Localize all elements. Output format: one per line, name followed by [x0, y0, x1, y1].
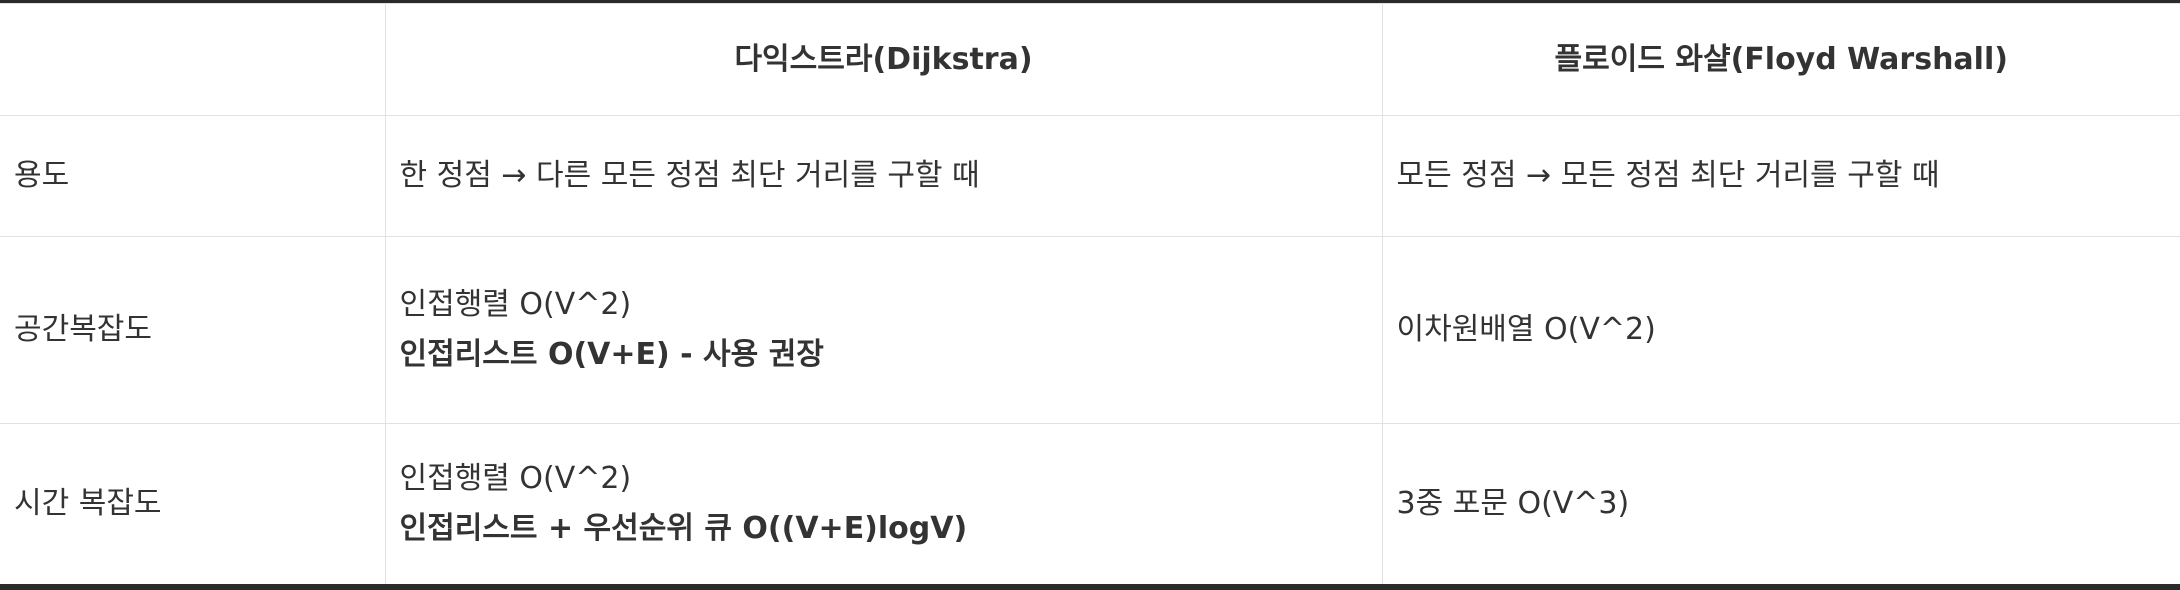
table-row-space-complexity: 공간복잡도 인접행렬 O(V^2) 인접리스트 O(V+E) - 사용 권장 이… [0, 236, 2180, 424]
row-label: 시간 복잡도 [0, 423, 385, 585]
table-row-usage: 용도 한 정점 → 다른 모든 정점 최단 거리를 구할 때 모든 정점 → 모… [0, 115, 2180, 237]
cell-line-emphasis: 인접리스트 + 우선순위 큐 O((V+E)logV) [399, 511, 968, 546]
cell-line: 3중 포문 O(V^3) [1396, 486, 1630, 521]
floyd-cell: 이차원배열 O(V^2) [1381, 236, 2180, 424]
cell-line: 이차원배열 O(V^2) [1396, 312, 1656, 347]
header-empty [0, 3, 385, 116]
floyd-cell: 모든 정점 → 모든 정점 최단 거리를 구할 때 [1381, 115, 2180, 237]
table-header-row: 다익스트라(Dijkstra) 플로이드 와샬(Floyd Warshall) [0, 3, 2180, 116]
cell-line: 인접행렬 O(V^2) [399, 287, 632, 322]
table-row-time-complexity: 시간 복잡도 인접행렬 O(V^2) 인접리스트 + 우선순위 큐 O((V+E… [0, 423, 2180, 585]
row-label: 용도 [0, 115, 385, 237]
row-label: 공간복잡도 [0, 236, 385, 424]
cell-line-emphasis: 인접리스트 O(V+E) - 사용 권장 [399, 337, 824, 372]
cell-line: 모든 정점 → 모든 정점 최단 거리를 구할 때 [1396, 158, 1940, 193]
cell-line: 한 정점 → 다른 모든 정점 최단 거리를 구할 때 [399, 158, 980, 193]
dijkstra-cell: 한 정점 → 다른 모든 정점 최단 거리를 구할 때 [384, 115, 1382, 237]
header-dijkstra: 다익스트라(Dijkstra) [384, 3, 1382, 116]
screenshot-frame: 다익스트라(Dijkstra) 플로이드 와샬(Floyd Warshall) … [0, 0, 2180, 590]
bottom-border [0, 584, 2180, 590]
cell-line: 인접행렬 O(V^2) [399, 461, 632, 496]
comparison-table: 다익스트라(Dijkstra) 플로이드 와샬(Floyd Warshall) … [0, 3, 2180, 585]
header-floyd-warshall: 플로이드 와샬(Floyd Warshall) [1381, 3, 2180, 116]
dijkstra-cell: 인접행렬 O(V^2) 인접리스트 + 우선순위 큐 O((V+E)logV) [384, 423, 1382, 585]
floyd-cell: 3중 포문 O(V^3) [1381, 423, 2180, 585]
dijkstra-cell: 인접행렬 O(V^2) 인접리스트 O(V+E) - 사용 권장 [384, 236, 1382, 424]
